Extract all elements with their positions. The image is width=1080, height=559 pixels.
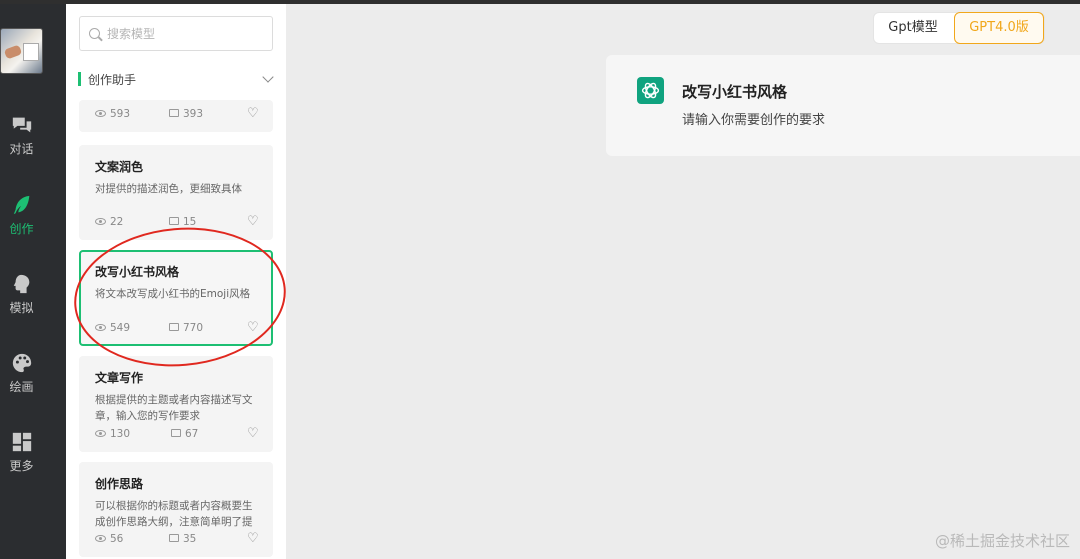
prompt-card: 改写小红书风格 请输入你需要创作的要求 [606,55,1080,156]
views-stat: 549 [95,322,130,334]
model-toggle: Gpt模型 GPT4.0版 [873,12,1045,44]
comment-icon [169,534,179,542]
nav-item-chat[interactable]: 对话 [0,114,43,157]
comments-stat: 770 [169,322,203,334]
nav-label-more: 更多 [9,459,34,473]
search-input[interactable] [107,24,267,44]
card-description: 可以根据你的标题或者内容概要生成创作思路大纲，注意简单明了提 [95,500,253,528]
card-description: 将文本改写成小红书的Emoji风格 [95,288,251,300]
eye-icon [95,323,106,331]
card-stats: 130 67 ♡ [95,427,261,442]
chat-icon [12,117,31,133]
nav-item-create[interactable]: 创作 [0,194,43,237]
comments-count: 770 [183,322,204,334]
nav-label-draw: 绘画 [9,380,34,394]
card-description: 根据提供的主题或者内容描述写文章，输入您的写作要求 [95,394,253,422]
openai-icon [637,77,664,104]
section-header[interactable]: 创作助手 [78,70,274,88]
views-stat: 593 [95,108,130,120]
comments-stat: 393 [169,108,203,120]
comments-stat: 15 [169,216,196,228]
avatar[interactable] [0,28,43,74]
avatar-hand [3,44,23,60]
heart-icon[interactable]: ♡ [247,215,261,229]
comment-icon [169,217,179,225]
card-title: 创作思路 [95,477,144,491]
views-count: 130 [110,428,131,440]
comments-stat: 67 [171,428,198,440]
list-item[interactable]: 593 393 ♡ [79,100,273,132]
watermark: @稀土掘金技术社区 [934,532,1070,550]
card-stats: 56 35 ♡ [95,532,261,547]
feather-icon [13,195,29,215]
prompt-title: 改写小红书风格 [682,83,788,101]
comments-count: 35 [183,533,197,545]
eye-icon [95,109,106,117]
search-box [79,16,273,51]
views-count: 549 [110,322,131,334]
head-icon [13,274,29,294]
views-count: 593 [110,108,131,120]
card-title: 文章写作 [95,371,144,385]
palette-icon [12,353,31,373]
nav-label-create: 创作 [9,222,34,236]
comment-icon [169,109,179,117]
eye-icon [95,534,106,542]
heart-icon[interactable]: ♡ [247,532,261,546]
avatar-note [23,43,39,61]
heart-icon[interactable]: ♡ [247,107,261,121]
views-count: 56 [110,533,124,545]
eye-icon [95,217,106,225]
comments-count: 393 [183,108,204,120]
chevron-down-icon[interactable] [262,71,274,83]
list-item-selected[interactable]: 改写小红书风格 将文本改写成小红书的Emoji风格 549 770 ♡ [79,250,273,346]
list-item[interactable]: 文章写作 根据提供的主题或者内容描述写文章，输入您的写作要求 130 67 ♡ [79,356,273,452]
list-item[interactable]: 文案润色 对提供的描述润色，更细致具体 22 15 ♡ [79,145,273,240]
eye-icon [95,429,106,437]
left-nav: 对话 创作 模拟 绘画 更多 [0,4,66,559]
nav-item-simulate[interactable]: 模拟 [0,273,43,316]
model-option-gpt[interactable]: Gpt模型 [874,13,952,43]
card-title: 改写小红书风格 [95,265,180,279]
comments-stat: 35 [169,533,196,545]
card-description: 对提供的描述润色，更细致具体 [95,183,242,195]
model-list-panel: 创作助手 593 393 ♡ 文案润色 对提供的描述润色，更细致具体 22 15… [66,4,286,559]
nav-label-chat: 对话 [9,142,34,156]
comments-count: 67 [185,428,199,440]
heart-icon[interactable]: ♡ [247,427,261,441]
comment-icon [171,429,181,437]
section-title: 创作助手 [88,73,137,87]
heart-icon[interactable]: ♡ [247,321,261,335]
views-count: 22 [110,216,124,228]
comment-icon [169,323,179,331]
nav-item-more[interactable]: 更多 [0,431,43,474]
section-accent-bar [78,72,81,86]
prompt-subtitle: 请输入你需要创作的要求 [682,113,826,128]
card-stats: 593 393 ♡ [95,107,261,122]
views-stat: 22 [95,216,123,228]
model-option-gpt4[interactable]: GPT4.0版 [954,12,1044,44]
views-stat: 130 [95,428,130,440]
comments-count: 15 [183,216,197,228]
nav-item-draw[interactable]: 绘画 [0,352,43,395]
search-icon [89,28,100,39]
card-title: 文案润色 [95,160,144,174]
card-stats: 549 770 ♡ [95,321,261,336]
views-stat: 56 [95,533,123,545]
grid-icon [12,432,31,452]
nav-label-simulate: 模拟 [9,301,34,315]
list-item[interactable]: 创作思路 可以根据你的标题或者内容概要生成创作思路大纲，注意简单明了提 56 3… [79,462,273,557]
main-panel: Gpt模型 GPT4.0版 改写小红书风格 请输入你需要创作的要求 @稀土掘金技… [286,4,1080,559]
card-stats: 22 15 ♡ [95,215,261,230]
